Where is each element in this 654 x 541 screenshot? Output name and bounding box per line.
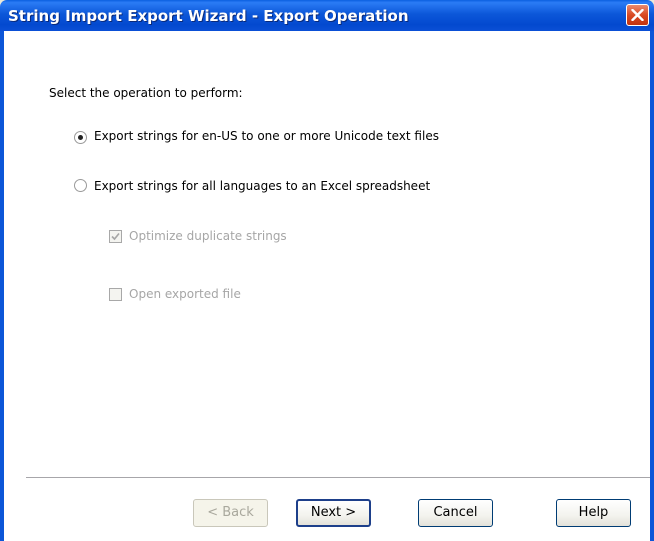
option-label-export-excel[interactable]: Export strings for all languages to an E… — [94, 179, 430, 193]
radio-selected-dot — [78, 135, 83, 140]
window-title: String Import Export Wizard - Export Ope… — [8, 7, 409, 25]
close-button[interactable] — [626, 4, 649, 26]
checkmark-icon — [111, 232, 120, 241]
dialog-content: Select the operation to perform: Export … — [4, 31, 650, 541]
operation-prompt: Select the operation to perform: — [49, 86, 243, 100]
next-button[interactable]: Next > — [296, 499, 371, 527]
window-frame-right — [650, 31, 654, 541]
back-button[interactable]: < Back — [193, 499, 268, 527]
checkbox-open-exported-file[interactable] — [109, 288, 122, 301]
option-label-export-unicode[interactable]: Export strings for en-US to one or more … — [94, 129, 439, 143]
title-bar[interactable]: String Import Export Wizard - Export Ope… — [0, 0, 654, 31]
help-button[interactable]: Help — [556, 499, 631, 527]
checkbox-label-open-exported-file: Open exported file — [129, 287, 241, 301]
footer-separator — [26, 477, 650, 479]
cancel-button[interactable]: Cancel — [418, 499, 493, 527]
checkbox-label-optimize-duplicates: Optimize duplicate strings — [129, 229, 287, 243]
radio-export-unicode[interactable] — [74, 131, 87, 144]
close-icon — [631, 9, 644, 21]
radio-export-excel[interactable] — [74, 179, 87, 192]
checkbox-optimize-duplicates[interactable] — [109, 230, 122, 243]
